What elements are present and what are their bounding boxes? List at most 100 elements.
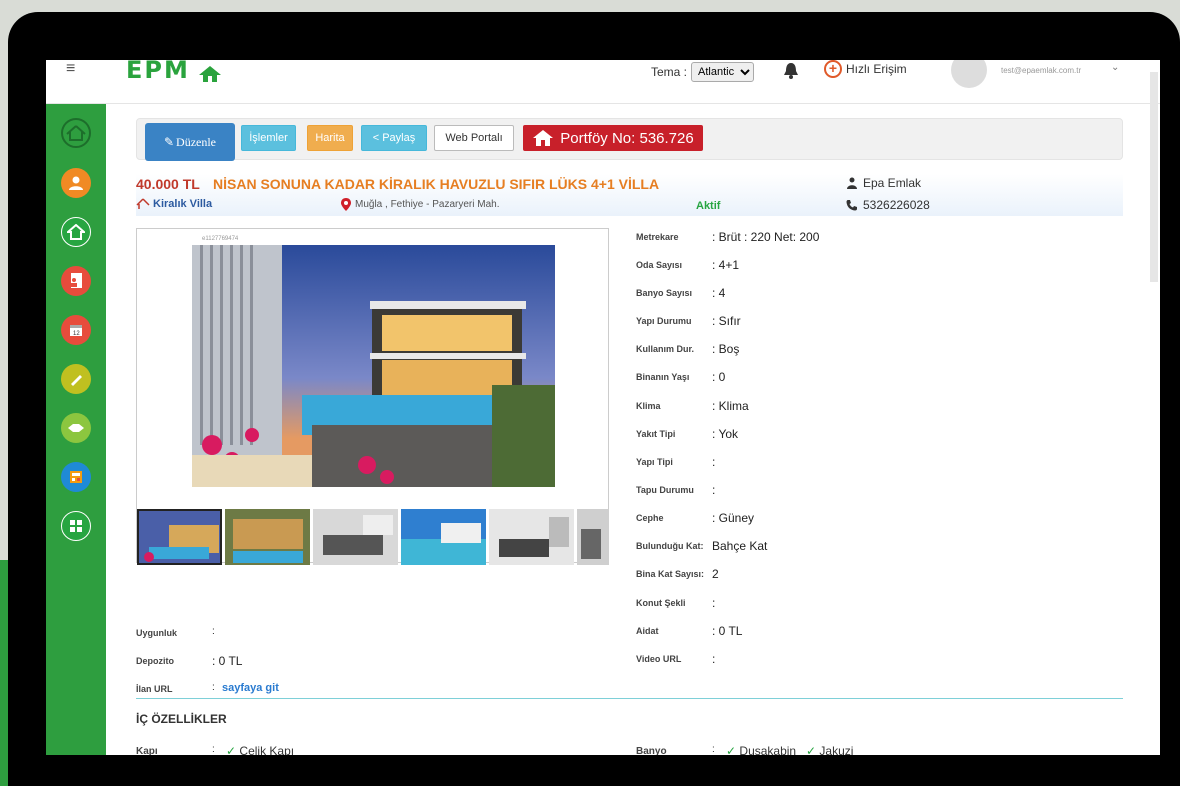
- agency-name: Epa Emlak: [863, 176, 922, 190]
- uygunluk-row: Uygunluk :: [136, 626, 215, 638]
- logo[interactable]: EPM: [126, 60, 224, 84]
- plus-circle-icon: +: [824, 60, 842, 78]
- share-label: Paylaş: [382, 132, 416, 144]
- check-icon: ✓: [806, 744, 817, 755]
- thumbnail[interactable]: [225, 509, 310, 565]
- sidebar-item-dashboard[interactable]: [61, 511, 91, 541]
- quick-access-label: Hızlı Erişim: [846, 62, 907, 76]
- edit-icon: ✎: [163, 134, 175, 149]
- document-person-icon: [71, 273, 82, 288]
- theme-select[interactable]: Atlantic: [691, 62, 755, 82]
- main-content: ✎ Düzenle İşlemler Harita < Paylaş Web P…: [116, 104, 1150, 755]
- sidebar-item-properties[interactable]: [61, 217, 91, 247]
- spec-row: Yakıt Tipi: Yok: [636, 427, 739, 441]
- feature-item: ✓ Duşakabin: [726, 744, 796, 755]
- chevron-down-icon[interactable]: ⌄: [1111, 62, 1119, 73]
- logo-text: EPM: [126, 60, 190, 84]
- spec-row: Binanın Yaşı: 0: [636, 370, 726, 384]
- thumbnail[interactable]: [401, 509, 486, 565]
- portfolio-number: Portföy No: 536.726: [560, 129, 694, 147]
- thumbnail[interactable]: [313, 509, 398, 565]
- spec-row: Tapu Durumu:: [636, 483, 716, 497]
- listing-header: 40.000 TL NİSAN SONUNA KADAR KİRALIK HAV…: [136, 174, 1123, 216]
- page-link[interactable]: sayfaya git: [222, 682, 279, 694]
- grid-icon: [70, 520, 82, 532]
- avatar[interactable]: [951, 60, 987, 88]
- sidebar-item-notes[interactable]: [61, 364, 91, 394]
- listing-type-label: Kiralık Villa: [153, 198, 213, 210]
- features-row: Kapı : ✓ Çelik Kapı Banyo : ✓ Duşakabin …: [136, 744, 1123, 755]
- actions-button[interactable]: İşlemler: [241, 125, 296, 151]
- report-icon: [70, 471, 82, 483]
- main-photo[interactable]: [192, 245, 555, 487]
- villa-photo-image: [192, 245, 555, 487]
- user-icon: [69, 176, 83, 190]
- house-icon: [67, 224, 85, 240]
- map-button[interactable]: Harita: [307, 125, 353, 151]
- divider: [136, 698, 1123, 699]
- hamburger-menu-icon[interactable]: ≡: [66, 60, 75, 78]
- depozito-row: Depozito : 0 TL: [136, 654, 243, 668]
- spec-row: Video URL:: [636, 652, 716, 666]
- top-bar: ≡ EPM Tema : Atlantic + Hızlı Erişim tes…: [46, 60, 1160, 104]
- spec-row: Bulunduğu Kat: Bahçe Kat: [636, 539, 768, 553]
- check-icon: ✓: [726, 744, 737, 755]
- sidebar-item-home[interactable]: [61, 118, 91, 148]
- share-button[interactable]: < Paylaş: [361, 125, 427, 151]
- house-question-icon: [136, 198, 150, 209]
- screen: ≡ EPM Tema : Atlantic + Hızlı Erişim tes…: [46, 60, 1160, 755]
- spec-row: Metrekare: Brüt : 220 Net: 200: [636, 230, 820, 244]
- web-portal-button[interactable]: Web Portalı: [434, 125, 514, 151]
- phone-icon: [846, 200, 857, 211]
- sidebar-item-documents[interactable]: [61, 266, 91, 296]
- agency-info: Epa Emlak: [846, 176, 921, 190]
- theme-selector: Tema : Atlantic: [651, 62, 755, 82]
- handshake-icon: [68, 424, 84, 432]
- spec-row: Cephe: Güney: [636, 511, 755, 525]
- thumbnail[interactable]: [137, 509, 222, 565]
- ilan-url-row: İlan URL : sayfaya git: [136, 682, 279, 694]
- scrollbar[interactable]: [1150, 72, 1158, 282]
- user-email: test@epaemlak.com.tr: [1001, 66, 1082, 75]
- share-icon: <: [372, 132, 380, 144]
- listing-price: 40.000 TL: [136, 176, 200, 192]
- edit-button[interactable]: ✎ Düzenle: [145, 123, 235, 161]
- spec-row: Kullanım Dur.: Boş: [636, 342, 740, 356]
- tablet-frame: ≡ EPM Tema : Atlantic + Hızlı Erişim tes…: [8, 12, 1180, 786]
- pencil-icon: [71, 375, 82, 386]
- sidebar-item-user[interactable]: [61, 168, 91, 198]
- theme-label: Tema :: [651, 65, 688, 79]
- bell-icon[interactable]: [784, 62, 800, 82]
- quick-access-button[interactable]: + Hızlı Erişim: [824, 60, 907, 78]
- portfolio-badge[interactable]: Portföy No: 536.726: [523, 125, 703, 151]
- sidebar-item-calendar[interactable]: 12: [61, 315, 91, 345]
- thumbnail[interactable]: [577, 509, 609, 565]
- listing-toolbar: ✎ Düzenle İşlemler Harita < Paylaş Web P…: [136, 118, 1123, 161]
- house-badge-icon: [533, 130, 554, 146]
- spec-row: Konut Şekli:: [636, 596, 716, 610]
- svg-text:12: 12: [73, 331, 80, 337]
- phone-number: 5326226028: [863, 198, 930, 212]
- listing-location: Muğla , Fethiye - Pazaryeri Mah.: [341, 198, 500, 211]
- user-icon: [847, 177, 857, 189]
- sidebar-item-deals[interactable]: [61, 413, 91, 443]
- sidebar-item-reports[interactable]: [61, 462, 91, 492]
- spec-row: Oda Sayısı: 4+1: [636, 258, 740, 272]
- spec-row: Yapı Tipi:: [636, 455, 716, 469]
- home-outline-icon: [66, 125, 86, 141]
- agency-phone: 5326226028: [846, 198, 930, 212]
- spec-row: Bina Kat Sayısı: 2: [636, 567, 719, 581]
- photo-id: e1127769474: [202, 236, 239, 242]
- feature-item: ✓ Çelik Kapı: [226, 744, 294, 755]
- location-text: Muğla , Fethiye - Pazaryeri Mah.: [355, 199, 500, 210]
- sidebar: 12: [46, 104, 106, 755]
- check-icon: ✓: [226, 744, 237, 755]
- calendar-icon: 12: [70, 325, 82, 337]
- logo-house-icon: [196, 64, 224, 84]
- spec-row: Klima: Klima: [636, 399, 749, 413]
- spec-row: Aidat: 0 TL: [636, 624, 743, 638]
- status-badge: Aktif: [696, 200, 721, 212]
- map-pin-icon: [341, 198, 351, 211]
- thumbnail[interactable]: [489, 509, 574, 565]
- feature-item: ✓ Jakuzi: [806, 744, 853, 755]
